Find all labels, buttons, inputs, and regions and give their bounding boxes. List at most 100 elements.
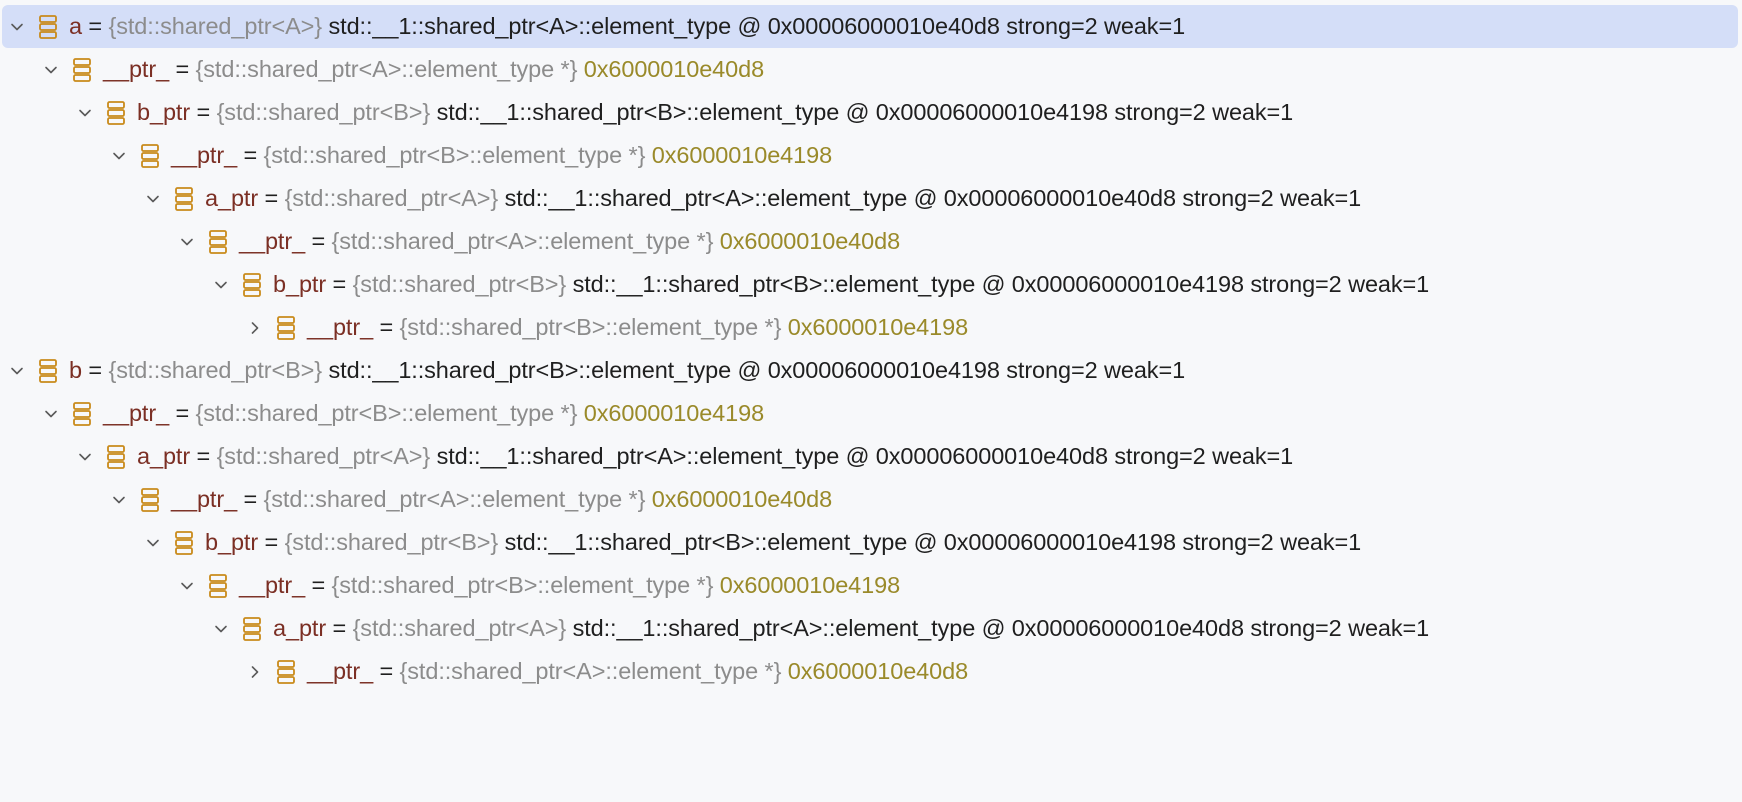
chevron-down-icon[interactable] [208,263,234,306]
field-icon [208,572,230,600]
equals-sign: = [237,486,264,512]
chevron-down-icon[interactable] [140,177,166,220]
row-text: __ptr_ = {std::shared_ptr<B>::element_ty… [103,392,764,435]
field-icon [38,357,60,385]
row-text: __ptr_ = {std::shared_ptr<A>::element_ty… [171,478,832,521]
chevron-down-icon[interactable] [72,91,98,134]
variable-value: std::__1::shared_ptr<B>::element_type @ … [328,357,1186,383]
variables-tree: a = {std::shared_ptr<A>} std::__1::share… [0,0,1742,802]
variable-type: {std::shared_ptr<A>::element_type *} [263,486,646,512]
variable-type: {std::shared_ptr<A>::element_type *} [399,658,782,684]
field-icon [174,185,196,213]
equals-sign: = [373,658,400,684]
equals-sign: = [305,572,332,598]
chevron-down-icon[interactable] [4,5,30,48]
chevron-down-icon[interactable] [106,134,132,177]
variable-type: {std::shared_ptr<B>} [216,99,431,125]
variable-type: {std::shared_ptr<A>} [216,443,431,469]
pointer-address: 0x6000010e4198 [651,142,833,168]
row-text: b_ptr = {std::shared_ptr<B>} std::__1::s… [205,521,1361,564]
field-icon [276,314,298,342]
tree-row[interactable]: b_ptr = {std::shared_ptr<B>} std::__1::s… [0,263,1742,306]
chevron-right-icon[interactable] [242,306,268,349]
equals-sign: = [81,13,109,39]
variable-value: std::__1::shared_ptr<A>::element_type @ … [572,615,1430,641]
field-icon [106,99,128,127]
chevron-down-icon[interactable] [106,478,132,521]
field-icon [276,658,298,686]
row-text: __ptr_ = {std::shared_ptr<B>::element_ty… [307,306,968,349]
row-text: b_ptr = {std::shared_ptr<B>} std::__1::s… [137,91,1293,134]
variable-name: a_ptr [205,185,259,211]
tree-row[interactable]: __ptr_ = {std::shared_ptr<A>::element_ty… [0,650,1742,693]
chevron-down-icon[interactable] [140,521,166,564]
chevron-down-icon[interactable] [72,435,98,478]
variable-type: {std::shared_ptr<B>::element_type *} [331,572,714,598]
variable-name: a_ptr [273,615,327,641]
tree-row[interactable]: __ptr_ = {std::shared_ptr<A>::element_ty… [0,478,1742,521]
tree-row[interactable]: __ptr_ = {std::shared_ptr<A>::element_ty… [0,220,1742,263]
field-icon [72,56,94,84]
variable-type: {std::shared_ptr<B>} [108,357,323,383]
chevron-down-icon[interactable] [174,220,200,263]
variable-type: {std::shared_ptr<A>} [352,615,567,641]
variable-name: __ptr_ [103,56,170,82]
tree-row[interactable]: b = {std::shared_ptr<B>} std::__1::share… [0,349,1742,392]
chevron-down-icon[interactable] [38,392,64,435]
pointer-address: 0x6000010e4198 [583,400,765,426]
equals-sign: = [258,529,285,555]
tree-row[interactable]: a_ptr = {std::shared_ptr<A>} std::__1::s… [0,435,1742,478]
variable-value: std::__1::shared_ptr<B>::element_type @ … [504,529,1362,555]
variable-type: {std::shared_ptr<A>::element_type *} [331,228,714,254]
variable-type: {std::shared_ptr<A>} [108,13,323,39]
tree-row[interactable]: b_ptr = {std::shared_ptr<B>} std::__1::s… [0,521,1742,564]
row-text: __ptr_ = {std::shared_ptr<B>::element_ty… [171,134,832,177]
tree-row[interactable]: __ptr_ = {std::shared_ptr<A>::element_ty… [0,48,1742,91]
field-icon [208,228,230,256]
tree-row[interactable]: __ptr_ = {std::shared_ptr<B>::element_ty… [0,306,1742,349]
variable-type: {std::shared_ptr<A>} [284,185,499,211]
tree-row[interactable]: a_ptr = {std::shared_ptr<A>} std::__1::s… [0,177,1742,220]
variable-name: __ptr_ [171,142,238,168]
field-icon [106,443,128,471]
variable-name: b_ptr [273,271,327,297]
variable-name: __ptr_ [239,228,306,254]
field-icon [140,486,162,514]
equals-sign: = [81,357,109,383]
equals-sign: = [169,56,196,82]
tree-row[interactable]: __ptr_ = {std::shared_ptr<B>::element_ty… [0,564,1742,607]
variable-value: std::__1::shared_ptr<A>::element_type @ … [328,13,1186,39]
equals-sign: = [373,314,400,340]
row-text: __ptr_ = {std::shared_ptr<A>::element_ty… [103,48,764,91]
pointer-address: 0x6000010e40d8 [651,486,833,512]
row-text: a_ptr = {std::shared_ptr<A>} std::__1::s… [273,607,1429,650]
chevron-down-icon[interactable] [4,349,30,392]
equals-sign: = [190,99,217,125]
chevron-down-icon[interactable] [208,607,234,650]
tree-row[interactable]: a = {std::shared_ptr<A>} std::__1::share… [2,5,1738,48]
chevron-down-icon[interactable] [38,48,64,91]
equals-sign: = [326,271,353,297]
variable-type: {std::shared_ptr<A>::element_type *} [195,56,578,82]
row-text: b_ptr = {std::shared_ptr<B>} std::__1::s… [273,263,1429,306]
pointer-address: 0x6000010e40d8 [583,56,765,82]
variable-name: __ptr_ [171,486,238,512]
pointer-address: 0x6000010e4198 [787,314,969,340]
tree-row[interactable]: b_ptr = {std::shared_ptr<B>} std::__1::s… [0,91,1742,134]
chevron-right-icon[interactable] [242,650,268,693]
equals-sign: = [237,142,264,168]
tree-row[interactable]: __ptr_ = {std::shared_ptr<B>::element_ty… [0,134,1742,177]
row-text: __ptr_ = {std::shared_ptr<A>::element_ty… [239,220,900,263]
variable-name: b [69,357,82,383]
equals-sign: = [190,443,217,469]
tree-row[interactable]: a_ptr = {std::shared_ptr<A>} std::__1::s… [0,607,1742,650]
chevron-down-icon[interactable] [174,564,200,607]
field-icon [38,13,60,41]
tree-row[interactable]: __ptr_ = {std::shared_ptr<B>::element_ty… [0,392,1742,435]
variable-type: {std::shared_ptr<B>} [352,271,567,297]
field-icon [242,271,264,299]
row-text: a = {std::shared_ptr<A>} std::__1::share… [69,5,1185,48]
row-text: __ptr_ = {std::shared_ptr<B>::element_ty… [239,564,900,607]
field-icon [140,142,162,170]
variable-name: b_ptr [137,99,191,125]
